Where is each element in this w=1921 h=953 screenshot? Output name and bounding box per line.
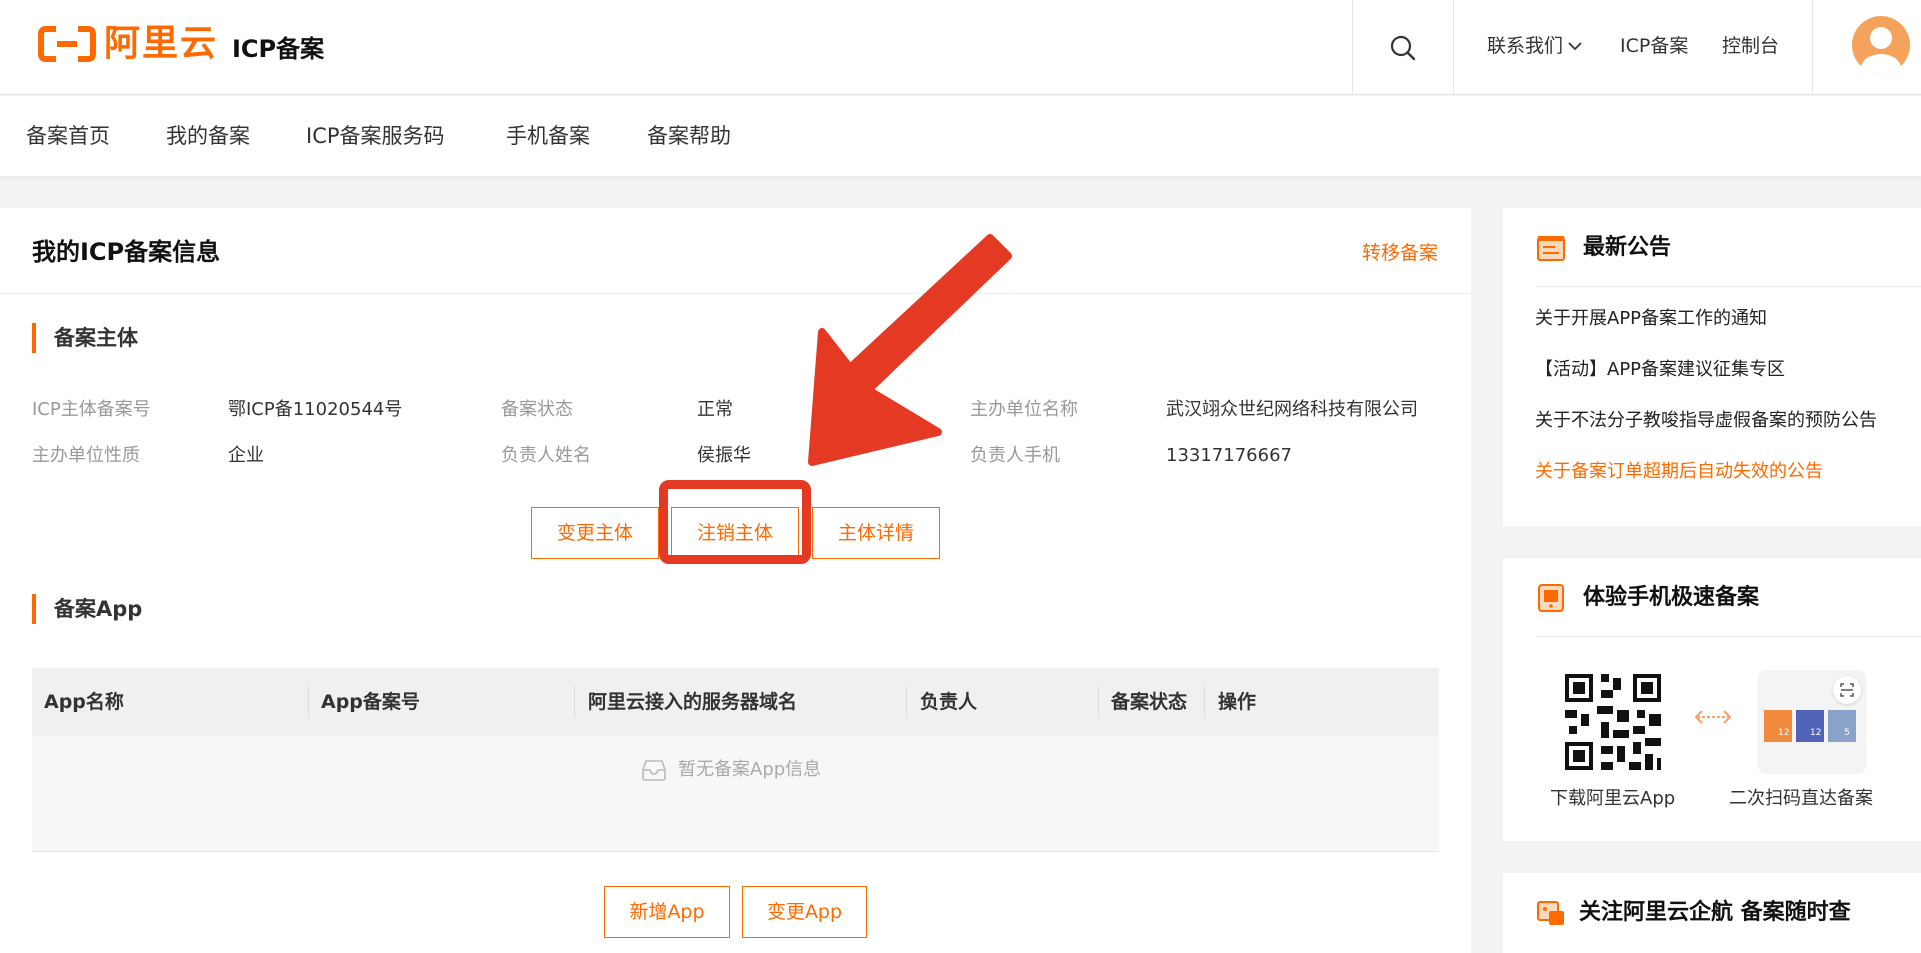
app-table-header: App名称 App备案号 阿里云接入的服务器域名 负责人 备案状态 操作 bbox=[32, 668, 1439, 736]
notice-item[interactable]: 【活动】APP备案建议征集专区 bbox=[1535, 356, 1785, 384]
column-header: 备案状态 bbox=[1111, 691, 1188, 713]
field-label: 主办单位名称 bbox=[970, 399, 1078, 420]
field-label: ICP主体备案号 bbox=[32, 399, 151, 420]
preview-value: 12 bbox=[1810, 728, 1822, 738]
nav-item-home[interactable]: 备案首页 bbox=[26, 120, 110, 152]
column-separator bbox=[574, 686, 575, 718]
header-divider bbox=[1812, 0, 1813, 95]
mobile-preview: 12 12 5 bbox=[1758, 670, 1866, 774]
icp-link[interactable]: ICP备案 bbox=[1620, 30, 1688, 62]
qr-code-icon[interactable] bbox=[1561, 670, 1665, 774]
divider bbox=[1535, 636, 1921, 637]
scan-caption: 二次扫码直达备案 bbox=[1729, 788, 1873, 809]
mobile-filing-title: 体验手机极速备案 bbox=[1583, 585, 1760, 610]
top-header: 阿里云 ICP备案 联系我们 ICP备案 控制台 bbox=[0, 0, 1921, 95]
app-section-title: 备案App bbox=[32, 594, 142, 624]
scan-icon bbox=[1833, 676, 1861, 704]
column-header: App备案号 bbox=[321, 691, 420, 713]
add-app-button[interactable]: 新增App bbox=[604, 886, 730, 938]
follow-card: 关注阿里云企航 备案随时查 bbox=[1503, 873, 1921, 953]
preview-tile bbox=[1828, 710, 1856, 742]
nav-item-my-filing[interactable]: 我的备案 bbox=[166, 120, 250, 152]
logo-text: 阿里云 bbox=[104, 23, 219, 64]
field-value-filing-number: 鄂ICP备11020544号 bbox=[228, 399, 403, 420]
avatar[interactable] bbox=[1852, 16, 1910, 74]
column-header: 负责人 bbox=[920, 691, 978, 713]
notice-title: 最新公告 bbox=[1583, 235, 1672, 260]
follow-title: 关注阿里云企航 备案随时查 bbox=[1579, 900, 1851, 925]
swap-arrows-icon bbox=[1695, 710, 1731, 724]
product-title: ICP备案 bbox=[232, 35, 325, 63]
contact-us-label: 联系我们 bbox=[1487, 35, 1564, 57]
subject-section-title: 备案主体 bbox=[32, 323, 138, 353]
column-separator bbox=[1204, 686, 1205, 718]
column-separator bbox=[906, 686, 907, 718]
field-value-owner-name: 侯振华 bbox=[697, 445, 751, 466]
divider bbox=[1535, 286, 1921, 287]
field-label: 主办单位性质 bbox=[32, 445, 140, 466]
transfer-filing-link[interactable]: 转移备案 bbox=[1362, 238, 1438, 268]
nav-item-help[interactable]: 备案帮助 bbox=[647, 120, 731, 152]
subject-detail-button[interactable]: 主体详情 bbox=[812, 507, 940, 559]
notice-item[interactable]: 关于开展APP备案工作的通知 bbox=[1535, 305, 1767, 333]
notice-item[interactable]: 关于不法分子教唆指导虚假备案的预防公告 bbox=[1535, 407, 1877, 435]
column-separator bbox=[308, 686, 309, 718]
field-value-org-type: 企业 bbox=[228, 445, 264, 466]
empty-text: 暂无备案App信息 bbox=[678, 759, 822, 780]
column-separator bbox=[1098, 686, 1099, 718]
contact-us-link[interactable]: 联系我们 bbox=[1487, 30, 1583, 62]
page-title: 我的ICP备案信息 bbox=[32, 238, 221, 266]
header-divider bbox=[1453, 0, 1454, 95]
field-label: 备案状态 bbox=[501, 399, 573, 420]
field-label: 负责人手机 bbox=[970, 445, 1060, 466]
preview-value: 12 bbox=[1778, 728, 1790, 738]
divider bbox=[0, 293, 1471, 294]
field-label: 负责人姓名 bbox=[501, 445, 591, 466]
notice-board-icon bbox=[1537, 236, 1565, 261]
search-button[interactable] bbox=[1353, 0, 1453, 95]
preview-value: 5 bbox=[1844, 728, 1850, 738]
nav-item-mobile-filing[interactable]: 手机备案 bbox=[506, 120, 590, 152]
main-nav: 备案首页 我的备案 ICP备案服务码 手机备案 备案帮助 bbox=[0, 96, 1921, 176]
app-table-body: 暂无备案App信息 bbox=[32, 736, 1439, 852]
change-subject-button[interactable]: 变更主体 bbox=[531, 507, 659, 559]
wechat-follow-icon bbox=[1537, 901, 1564, 925]
field-value-org-name: 武汉翊众世纪网络科技有限公司 bbox=[1166, 399, 1418, 420]
notice-card: 最新公告 关于开展APP备案工作的通知 【活动】APP备案建议征集专区 关于不法… bbox=[1503, 208, 1921, 526]
nav-item-service-code[interactable]: ICP备案服务码 bbox=[306, 120, 445, 152]
icp-info-card: 我的ICP备案信息 转移备案 备案主体 ICP主体备案号 鄂ICP备110205… bbox=[0, 208, 1471, 953]
mobile-phone-icon bbox=[1538, 584, 1564, 612]
field-value-status: 正常 bbox=[697, 399, 733, 420]
chevron-down-icon bbox=[1568, 42, 1582, 51]
console-link[interactable]: 控制台 bbox=[1722, 30, 1779, 62]
empty-state: 暂无备案App信息 bbox=[642, 756, 821, 784]
field-value-owner-phone: 13317176667 bbox=[1166, 445, 1292, 466]
aliyun-logo-icon bbox=[38, 26, 96, 62]
empty-inbox-icon bbox=[642, 760, 666, 781]
annotation-highlight-box bbox=[659, 480, 811, 564]
user-avatar-icon bbox=[1861, 27, 1901, 74]
aliyun-logo[interactable]: 阿里云 bbox=[38, 22, 218, 66]
column-header: 操作 bbox=[1218, 691, 1257, 713]
column-header: App名称 bbox=[44, 691, 124, 713]
notice-item-highlighted[interactable]: 关于备案订单超期后自动失效的公告 bbox=[1535, 458, 1823, 486]
download-app-caption: 下载阿里云App bbox=[1550, 788, 1676, 809]
search-icon bbox=[1390, 35, 1416, 60]
change-app-button[interactable]: 变更App bbox=[742, 886, 867, 938]
column-header: 阿里云接入的服务器域名 bbox=[588, 691, 798, 713]
mobile-filing-card: 体验手机极速备案 下载阿里云App 12 12 5 二次扫码直达备案 bbox=[1503, 558, 1921, 841]
